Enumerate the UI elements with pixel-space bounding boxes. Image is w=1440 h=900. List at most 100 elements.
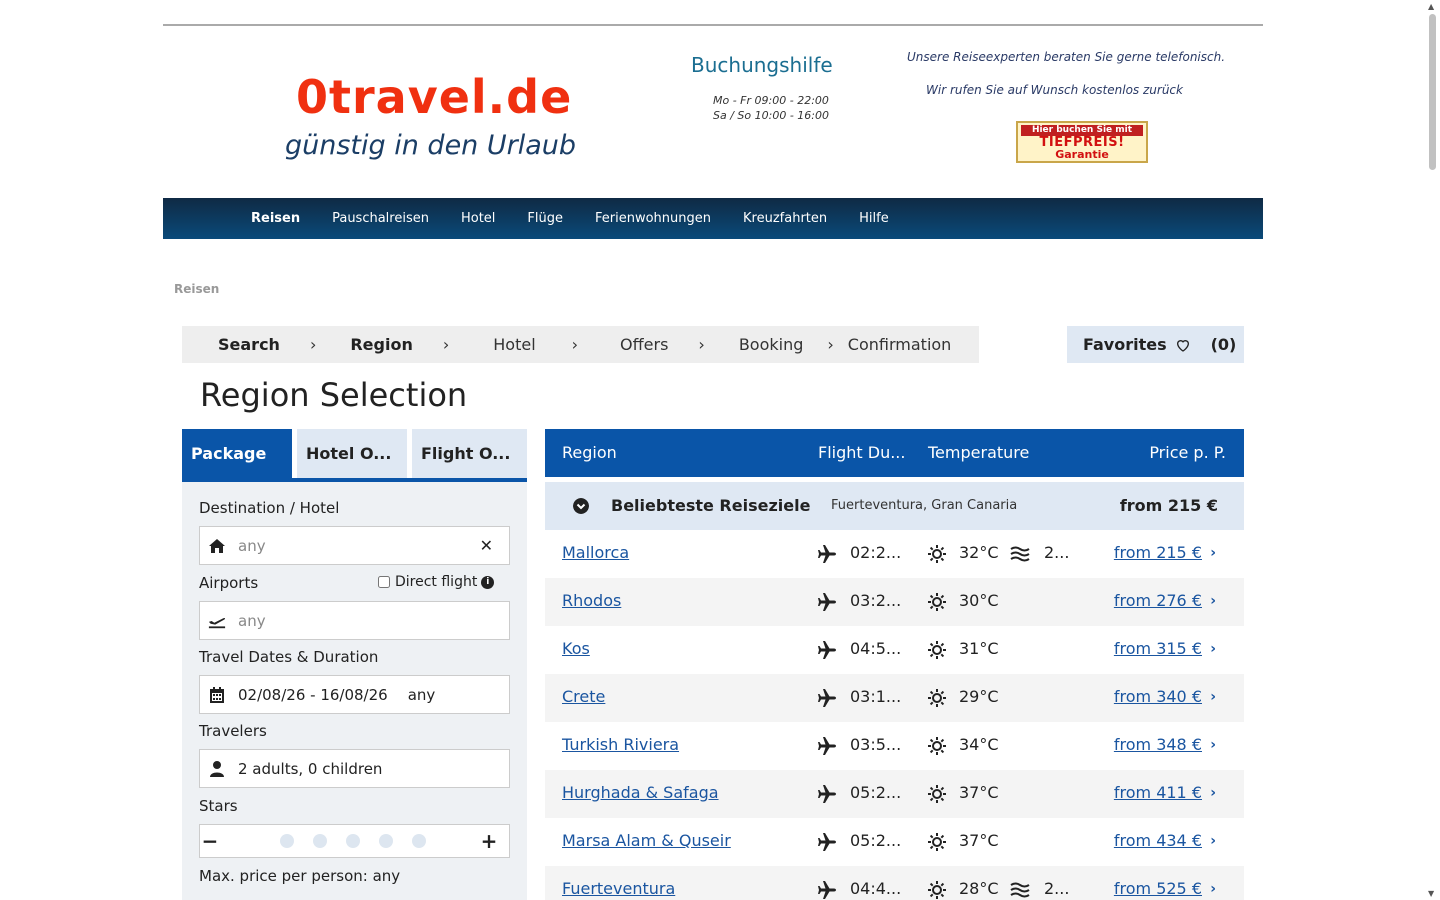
temperature: 29°C [959,687,999,706]
region-link[interactable]: Crete [562,687,605,706]
region-row[interactable]: Rhodos 03:2... 30°C from 276 € › [545,578,1244,626]
info-icon[interactable]: i [481,575,495,589]
flight-duration: 03:5... [850,735,902,754]
chevron-right-icon[interactable]: › [1210,881,1216,897]
chevron-down-icon[interactable] [573,498,589,514]
region-row[interactable]: Mallorca 02:2... 32°C 2... from 215 € › [545,530,1244,578]
chevron-right-icon[interactable]: › [1210,833,1216,849]
nav-pauschalreisen[interactable]: Pauschalreisen [316,211,445,226]
scroll-down-icon[interactable]: ▼ [1428,889,1434,898]
col-region[interactable]: Region [562,443,617,462]
chevron-right-icon[interactable]: › [1210,641,1216,657]
direct-flight-label[interactable]: Direct flight [395,574,477,590]
breadcrumb[interactable]: Reisen [174,282,219,296]
scrollbar-thumb[interactable] [1429,14,1436,170]
user-icon [208,760,226,778]
close-icon[interactable]: ✕ [480,536,493,555]
minus-icon[interactable]: − [200,829,220,853]
nav-hotel[interactable]: Hotel [445,211,511,226]
popular-destinations-group[interactable]: Beliebteste Reiseziele Fuerteventura, Gr… [545,482,1244,530]
star-dot[interactable] [313,834,327,848]
destination-input[interactable]: any ✕ [199,526,510,565]
chevron-right-icon[interactable]: › [1210,545,1216,561]
badge-line-3: Garantie [1055,148,1109,161]
price-link[interactable]: from 434 € [1114,831,1216,850]
region-link[interactable]: Fuerteventura [562,879,675,898]
price-link[interactable]: from 276 € [1114,591,1216,610]
nav-hilfe[interactable]: Hilfe [843,211,905,226]
page-title: Region Selection [200,376,468,414]
scrollbar[interactable]: ▲ ▼ [1425,0,1440,900]
nav-fluege[interactable]: Flüge [511,211,579,226]
stars-selector: − + [199,824,510,858]
tab-hotel-only[interactable]: Hotel O... [297,429,407,478]
favorites-button[interactable]: Favorites (0) [1067,326,1244,363]
group-price: from 215 € [1119,496,1218,515]
chevron-right-icon[interactable]: › [1210,737,1216,753]
region-link[interactable]: Kos [562,639,590,658]
region-row[interactable]: Turkish Riviera 03:5... 34°C from 348 € › [545,722,1244,770]
region-row[interactable]: Fuerteventura 04:4... 28°C 2... from 525 € › [545,866,1244,900]
chevron-right-icon[interactable]: › [1210,785,1216,801]
step-chevron-icon: › [442,335,450,354]
star-dot[interactable] [280,834,294,848]
price-link[interactable]: from 525 € [1114,879,1216,898]
price-link[interactable]: from 315 € [1114,639,1216,658]
nav-kreuzfahrten[interactable]: Kreuzfahrten [727,211,843,226]
star-dot[interactable] [379,834,393,848]
step-chevron-icon: › [571,335,579,354]
scroll-up-icon[interactable]: ▲ [1428,2,1434,11]
airports-input[interactable]: any [199,601,510,640]
price-link[interactable]: from 340 € [1114,687,1216,706]
step-search[interactable]: Search [218,335,280,354]
plane-icon [817,784,837,804]
plus-icon[interactable]: + [479,829,499,853]
expert-text: Unsere Reiseexperten beraten Sie gerne t… [907,50,1226,64]
step-booking: Booking [738,335,804,354]
nav-reisen[interactable]: Reisen [235,211,316,226]
star-dot[interactable] [412,834,426,848]
travelers-input[interactable]: 2 adults, 0 children [199,749,510,788]
direct-flight-option: Direct flight i [378,574,495,590]
star-dot[interactable] [346,834,360,848]
region-link[interactable]: Mallorca [562,543,629,562]
price-link[interactable]: from 411 € [1114,783,1216,802]
tab-package[interactable]: Package [182,429,292,478]
water-icon [1010,545,1030,563]
region-row[interactable]: Marsa Alam & Quseir 05:2... 37°C from 434 €… [545,818,1244,866]
region-link[interactable]: Turkish Riviera [562,735,679,754]
chevron-right-icon[interactable]: › [1210,689,1216,705]
region-link[interactable]: Rhodos [562,591,621,610]
col-price[interactable]: Price p. P. [1149,443,1226,462]
callback-text[interactable]: Wir rufen Sie auf Wunsch kostenlos zurüc… [926,83,1183,97]
main-nav: Reisen Pauschalreisen Hotel Flüge Ferien… [163,198,1263,239]
col-temperature[interactable]: Temperature [928,443,1029,462]
flight-duration: 05:2... [850,783,902,802]
lowprice-guarantee-badge: Hier buchen Sie mit TIEFPREIS! Garantie [1016,121,1148,163]
travelers-label: Travelers [199,722,267,740]
temperature: 37°C [959,783,999,802]
flight-duration: 04:4... [850,879,902,898]
opening-hours: Mo - Fr 09:00 - 22:00 Sa / So 10:00 - 16… [713,93,829,123]
region-row[interactable]: Kos 04:5... 31°C from 315 € › [545,626,1244,674]
sun-icon [928,881,946,899]
travelers-value: 2 adults, 0 children [238,759,383,778]
col-flight-duration[interactable]: Flight Du... [818,443,905,462]
nav-ferienwohnungen[interactable]: Ferienwohnungen [579,211,727,226]
region-link[interactable]: Marsa Alam & Quseir [562,831,731,850]
logo-main[interactable]: 0travel.de [296,70,572,124]
price-link[interactable]: from 348 € [1114,735,1216,754]
price-link[interactable]: from 215 € [1114,543,1216,562]
tab-flight-only[interactable]: Flight O... [412,429,527,478]
flight-duration: 02:2... [850,543,902,562]
price-value: from 276 € [1113,591,1202,610]
chevron-right-icon[interactable]: › [1210,593,1216,609]
max-price-label: Max. price per person: any [199,867,401,885]
region-row[interactable]: Crete 03:1... 29°C from 340 € › [545,674,1244,722]
region-row[interactable]: Hurghada & Safaga 05:2... 37°C from 411 € › [545,770,1244,818]
region-link[interactable]: Hurghada & Safaga [562,783,719,802]
dates-input[interactable]: 02/08/26 - 16/08/26 any [199,675,510,714]
direct-flight-checkbox[interactable] [378,576,390,588]
step-region[interactable]: Region [350,335,413,354]
heart-icon [1176,339,1189,352]
